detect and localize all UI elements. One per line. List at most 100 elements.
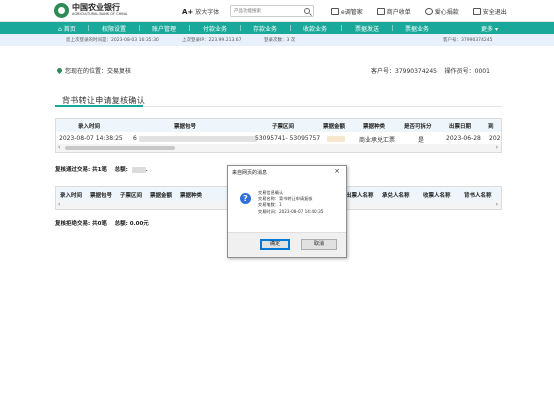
cell-issue-date: 2023-06-28	[446, 135, 481, 142]
nav-bill-send[interactable]: 票据发送	[355, 24, 379, 33]
cell-sub-range: 53095741- 53095757	[255, 135, 321, 142]
breadcrumb-label: 您现在的位置：交易复核	[65, 68, 132, 75]
e-manager-label: e调管家	[341, 9, 363, 16]
account-info: 客户号：37990374245 操作员号：0001	[371, 66, 490, 75]
dialog-message: 交易信息确认 交易名称：背书转让申请复核 交易笔数：1 交易时间：2023-08…	[258, 190, 323, 215]
donate-label: 爱心捐款	[434, 9, 459, 16]
nav-home-label: 首页	[63, 26, 76, 33]
col-bill-type: 票据种类	[180, 193, 203, 199]
font-size-icon: A+	[182, 8, 194, 16]
col-due-date: 到	[488, 124, 494, 130]
col-package-no: 票据包号	[174, 124, 197, 130]
col-issue-date: 出票日期	[449, 124, 472, 130]
nav-divider	[290, 25, 291, 31]
col-acceptor-name: 承兑人名称	[382, 193, 410, 199]
ok-button[interactable]: 确定	[260, 239, 290, 250]
table-row[interactable]: 2023-08-07 14:38:25 6 53095741- 53095757…	[56, 132, 501, 144]
dialog-body: ? 交易信息确认 交易名称：背书转让申请复核 交易笔数：1 交易时间：2023-…	[228, 178, 346, 232]
cell-splittable: 是	[418, 137, 425, 144]
col-payee-name: 收票人名称	[423, 193, 451, 199]
col-entry-time: 录入时间	[78, 124, 101, 130]
approved-amount-suffix: .	[145, 167, 148, 173]
rejected-count: 复核拒绝交易: 共0笔	[55, 221, 107, 227]
logout-label: 安全退出	[482, 9, 507, 16]
nav-divider	[341, 25, 342, 31]
scroll-left-icon[interactable]: ‹	[58, 201, 60, 209]
scroll-right-icon[interactable]: ›	[496, 144, 498, 152]
nav-home[interactable]: ⌂ 首页	[58, 24, 76, 33]
logout-icon	[472, 8, 481, 15]
message-icon	[331, 8, 339, 15]
table-header: 录入时间 票据包号 子票区间 票据金额 票据种类 是否可拆分 出票日期 到	[56, 119, 501, 132]
question-icon: ?	[240, 193, 251, 204]
nav-divider	[392, 25, 393, 31]
cell-bill-type: 商业承兑汇票	[359, 137, 396, 144]
nav-deposits[interactable]: 存款业务	[253, 24, 277, 33]
e-manager-link[interactable]: e调管家	[331, 7, 363, 16]
confirm-dialog: 来自网页的消息 × ? 交易信息确认 交易名称：背书转让申请复核 交易笔数：1 …	[227, 165, 347, 258]
login-count: 登录次数：3 次	[264, 38, 296, 43]
cell-due-date: 202	[489, 135, 501, 142]
nav-collections[interactable]: 收款业务	[303, 24, 327, 33]
col-amount: 票据金额	[150, 193, 173, 199]
logo-name-cn: 中国农业银行	[72, 3, 120, 13]
col-bill-type: 票据种类	[363, 124, 386, 130]
dialog-title: 来自网页的消息	[232, 170, 268, 176]
nav-divider	[88, 25, 89, 31]
search-icon[interactable]	[304, 8, 310, 14]
nav-accounts[interactable]: 账户管理	[152, 24, 176, 33]
donate-icon	[424, 8, 433, 15]
col-splittable: 是否可拆分	[404, 124, 432, 130]
search-input[interactable]	[231, 6, 299, 16]
logout-link[interactable]: 安全退出	[472, 7, 507, 16]
col-amount: 票据金额	[323, 124, 346, 130]
cancel-button[interactable]: 取消	[301, 239, 337, 250]
nav-more-label: 更多	[481, 26, 494, 33]
scroll-left-icon[interactable]: ‹	[58, 144, 60, 152]
merchant-label: 商户收单	[386, 9, 411, 16]
abc-logo-icon	[54, 3, 69, 18]
bank-logo[interactable]: 中国农业银行 AGRICULTURAL BANK OF CHINA	[54, 3, 127, 18]
nav-divider	[240, 25, 241, 31]
donate-link[interactable]: 爱心捐款	[424, 7, 459, 16]
horizontal-scrollbar[interactable]: ‹ ›	[56, 144, 501, 152]
operator-number: 操作员号：0001	[444, 68, 490, 75]
scroll-right-icon[interactable]: ›	[496, 201, 498, 209]
approved-amount-label: 总额:	[114, 167, 128, 173]
dialog-line: 交易时间：2023-08-07 14:40:35	[258, 208, 324, 214]
customer-number: 客户号：37990374245	[371, 68, 437, 75]
close-icon[interactable]: ×	[334, 167, 340, 175]
cell-package-no-text: 6	[133, 135, 137, 142]
cell-package-no: 6	[133, 135, 257, 142]
nav-bill-business[interactable]: 票据业务	[405, 24, 429, 33]
last-login-ip: 上次登录IP：223.99.213.67	[182, 38, 242, 43]
col-package-no: 票据包号	[90, 193, 113, 199]
redacted-mask	[131, 166, 146, 173]
login-info-bar: 您上次登录的时间是：2023-08-03 16:35:30 上次登录IP：223…	[0, 34, 554, 46]
redacted-mask	[327, 135, 345, 142]
nav-payments[interactable]: 付款业务	[203, 24, 227, 33]
dialog-footer: 确定 取消	[228, 232, 346, 257]
nav-divider	[139, 25, 140, 31]
font-size-toggle[interactable]: A+ 放大字体	[182, 7, 219, 16]
merchant-icon	[376, 8, 385, 15]
rejected-summary: 复核拒绝交易: 共0笔 总额: 0.00元	[55, 219, 149, 227]
rejected-amount: 总额: 0.00元	[114, 221, 149, 227]
breadcrumb: 您现在的位置：交易复核	[55, 66, 132, 75]
info-customer-no: 客户号：37990374245	[443, 38, 493, 43]
col-sub-range: 子票区间	[272, 124, 295, 130]
merchant-link[interactable]: 商户收单	[376, 7, 411, 16]
chevron-down-icon: ▾	[494, 26, 498, 33]
font-size-label: 放大字体	[195, 9, 220, 16]
nav-more[interactable]: 更多 ▾	[481, 24, 498, 33]
scrollbar-thumb[interactable]	[65, 146, 175, 150]
col-drawer-name: 出票人名称	[346, 193, 374, 199]
last-login-time: 您上次登录的时间是：2023-08-03 16:35:30	[66, 38, 159, 43]
cell-entry-time: 2023-08-07 14:38:25	[59, 135, 123, 142]
search-box	[230, 5, 314, 17]
redacted-mask	[138, 135, 257, 142]
nav-permissions[interactable]: 权限设置	[102, 24, 126, 33]
main-nav: ⌂ 首页 权限设置 账户管理 付款业务 存款业务 收款业务 票据发送 票据业务 …	[0, 22, 554, 34]
logo-name-en: AGRICULTURAL BANK OF CHINA	[72, 12, 128, 17]
location-pin-icon	[55, 66, 64, 75]
